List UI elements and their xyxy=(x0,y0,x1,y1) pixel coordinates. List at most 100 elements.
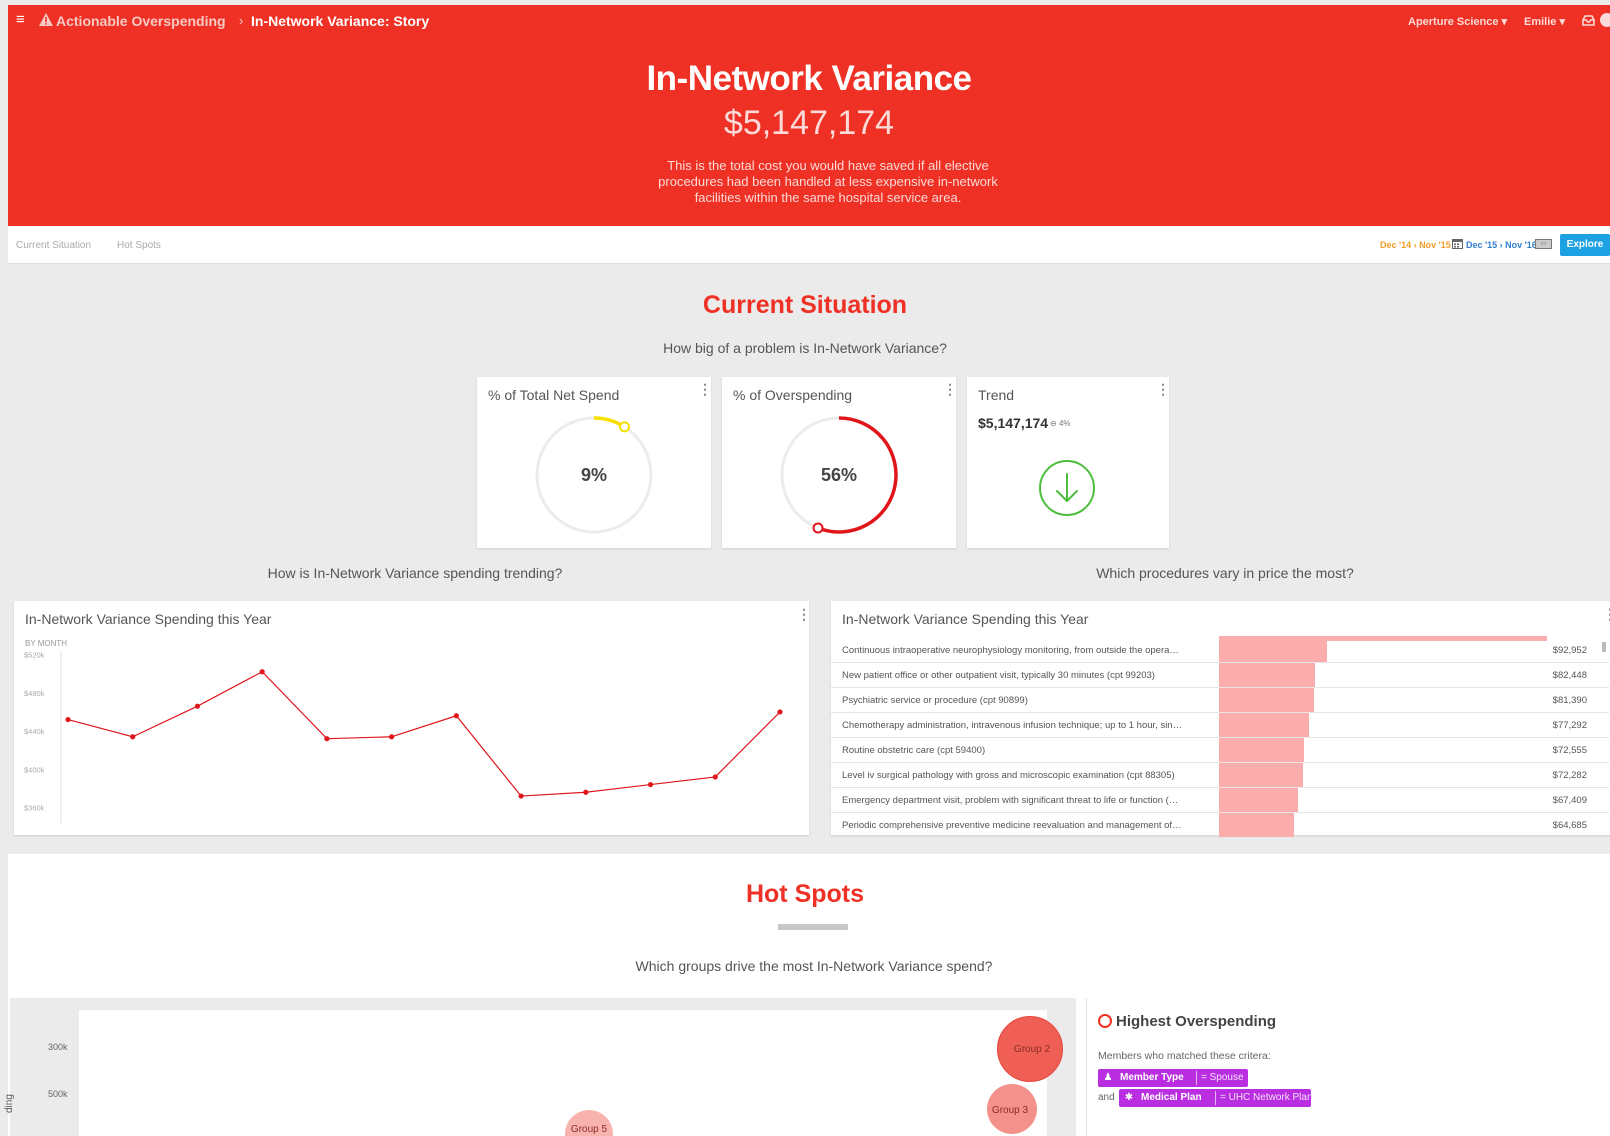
trend-question: How is In-Network Variance spending tren… xyxy=(267,565,563,581)
bubble-label: Group 3 xyxy=(991,1105,1029,1116)
procedure-name: Continuous intraoperative neurophysiolog… xyxy=(842,645,1179,656)
data-point[interactable] xyxy=(259,669,265,675)
y-tick-label: $440k xyxy=(24,727,45,736)
problem-question: How big of a problem is In-Network Varia… xyxy=(663,340,947,356)
y-tick-label: $360k xyxy=(24,804,45,813)
calendar-icon[interactable] xyxy=(1452,238,1463,249)
data-point[interactable] xyxy=(65,716,71,723)
chip-divider xyxy=(1215,1091,1216,1105)
bubble-label: Group 5 xyxy=(570,1124,608,1135)
arrow-down-circle-icon xyxy=(1039,460,1095,516)
procedure-value: $81,390 xyxy=(1552,695,1587,706)
current-date-range[interactable]: Dec '15 › Nov '16 xyxy=(1466,240,1537,250)
comparison-date-range[interactable]: Dec '14 › Nov '15 xyxy=(1380,240,1451,250)
procedures-question: Which procedures vary in price the most? xyxy=(1096,565,1354,581)
breadcrumb-parent[interactable]: Actionable Overspending xyxy=(56,13,226,29)
data-point[interactable] xyxy=(777,709,783,715)
org-selector[interactable]: Aperture Science ▾ xyxy=(1408,15,1507,28)
gauge-marker xyxy=(619,421,631,433)
current-situation-title: Current Situation xyxy=(702,291,908,319)
procedure-name: Emergency department visit, problem with… xyxy=(842,795,1179,806)
table-row[interactable]: New patient office or other outpatient v… xyxy=(831,663,1609,688)
procedure-value: $64,685 xyxy=(1552,820,1587,831)
procedures-table: Continuous intraoperative neurophysiolog… xyxy=(831,638,1609,869)
value-bar xyxy=(1219,688,1314,712)
procedure-name: Psychiatric service or procedure (cpt 90… xyxy=(842,695,1028,706)
panel-title: Highest Overspending xyxy=(1116,1013,1277,1030)
inbox-icon[interactable] xyxy=(1582,15,1595,26)
value-bar xyxy=(1219,813,1295,837)
page-title: In-Network Variance xyxy=(646,59,972,98)
bubble-plot-area: Group 2 Group 3 Group 5 xyxy=(79,1010,1063,1136)
filter-chip-member-type[interactable]: ♟ Member Type = Spouse xyxy=(1098,1069,1248,1087)
filter-row: and ✱ Medical Plan = UHC Network Plan xyxy=(1098,1089,1328,1107)
table-row[interactable]: Level iv surgical pathology with gross a… xyxy=(831,763,1609,788)
table-row[interactable]: Periodic comprehensive preventive medici… xyxy=(831,813,1609,838)
procedure-name: New patient office or other outpatient v… xyxy=(842,670,1155,681)
spending-line-chart-card: In-Network Variance Spending this Year ⋮… xyxy=(14,601,811,835)
user-menu[interactable]: Emilie ▾ xyxy=(1524,15,1565,28)
procedure-name: Chemotherapy administration, intravenous… xyxy=(842,720,1183,731)
trend-value: $5,147,174 xyxy=(978,415,1049,431)
filter-chip-medical-plan[interactable]: ✱ Medical Plan = UHC Network Plan xyxy=(1119,1089,1313,1107)
data-point[interactable] xyxy=(647,781,654,788)
kebab-menu-icon[interactable]: ⋮ xyxy=(1156,382,1170,396)
tab-hot-spots[interactable]: Hot Spots xyxy=(117,240,161,251)
y-tick-label: 500k xyxy=(48,1089,68,1099)
kpi-card-overspending: % of Overspending ⋮ 56% xyxy=(722,377,957,548)
value-bar xyxy=(1219,638,1328,662)
value-bar xyxy=(1219,763,1304,787)
highest-overspending-panel: Highest Overspending Members who matched… xyxy=(1086,998,1610,1136)
table-title: In-Network Variance Spending this Year xyxy=(842,611,1089,627)
line-chart: $360k $400k $440k $480k $520k xyxy=(24,651,783,823)
section-nav: Current Situation Hot Spots Dec '14 › No… xyxy=(8,226,1610,264)
filter-value: = Spouse xyxy=(1201,1072,1244,1083)
table-scrollbar[interactable] xyxy=(1601,638,1607,868)
procedure-value: $92,952 xyxy=(1552,645,1587,656)
data-point[interactable] xyxy=(194,703,201,709)
kpi-card-trend: Trend ⋮ $5,147,174 ⊖ 4% xyxy=(967,377,1170,548)
tab-current-situation[interactable]: Current Situation xyxy=(16,240,91,251)
circle-icon xyxy=(1098,1014,1112,1028)
procedure-value: $72,282 xyxy=(1552,770,1587,781)
data-point[interactable] xyxy=(583,789,589,795)
variance-description: This is the total cost you would have sa… xyxy=(658,158,998,205)
table-row[interactable]: Psychiatric service or procedure (cpt 90… xyxy=(831,688,1609,713)
explore-button[interactable]: Explore xyxy=(1560,234,1610,256)
table-row[interactable]: Continuous intraoperative neurophysiolog… xyxy=(831,638,1609,663)
filter-key: Member Type xyxy=(1120,1072,1184,1083)
value-bar xyxy=(1219,738,1304,762)
table-row[interactable]: Chemotherapy administration, intravenous… xyxy=(831,713,1609,738)
procedure-name: Level iv surgical pathology with gross a… xyxy=(842,770,1175,781)
kebab-menu-icon[interactable]: ⋮ xyxy=(1603,607,1610,621)
panel-description: Members who matched these critera: xyxy=(1098,1050,1271,1062)
gauge-marker xyxy=(812,522,824,534)
data-point[interactable] xyxy=(518,793,524,799)
help-icon[interactable] xyxy=(1600,13,1610,27)
data-point[interactable] xyxy=(130,734,136,740)
and-label: and xyxy=(1098,1092,1115,1103)
procedure-value: $67,409 xyxy=(1552,795,1587,806)
procedure-value: $72,555 xyxy=(1552,745,1587,756)
procedures-table-card: In-Network Variance Spending this Year ⋮… xyxy=(831,601,1610,864)
data-point[interactable] xyxy=(453,713,459,719)
procedure-name: Routine obstetric care (cpt 59400) xyxy=(842,745,986,756)
menu-icon[interactable]: ≡ xyxy=(16,12,25,27)
filter-value: = UHC Network Plan xyxy=(1220,1092,1313,1103)
filter-key: Medical Plan xyxy=(1141,1092,1202,1103)
data-point[interactable] xyxy=(712,774,718,780)
compare-toggle-icon[interactable]: ▭ xyxy=(1535,239,1552,249)
warning-icon xyxy=(39,13,53,26)
person-icon: ♟ xyxy=(1103,1072,1113,1083)
breadcrumb-separator: › xyxy=(239,13,244,28)
data-point[interactable] xyxy=(389,734,395,740)
kpi-value: 56% xyxy=(820,465,858,485)
table-row[interactable]: Emergency department visit, problem with… xyxy=(831,788,1609,813)
kpi-title: Trend xyxy=(978,387,1015,403)
data-point[interactable] xyxy=(324,736,330,742)
value-bar xyxy=(1219,713,1310,737)
bubble-chart-panel: Group 2 Group 3 Group 5 300k 500k xyxy=(10,998,1076,1136)
table-row[interactable]: Routine obstetric care (cpt 59400) $72,55… xyxy=(831,738,1609,763)
value-bar xyxy=(1219,788,1298,812)
gauge-chart xyxy=(535,416,653,534)
